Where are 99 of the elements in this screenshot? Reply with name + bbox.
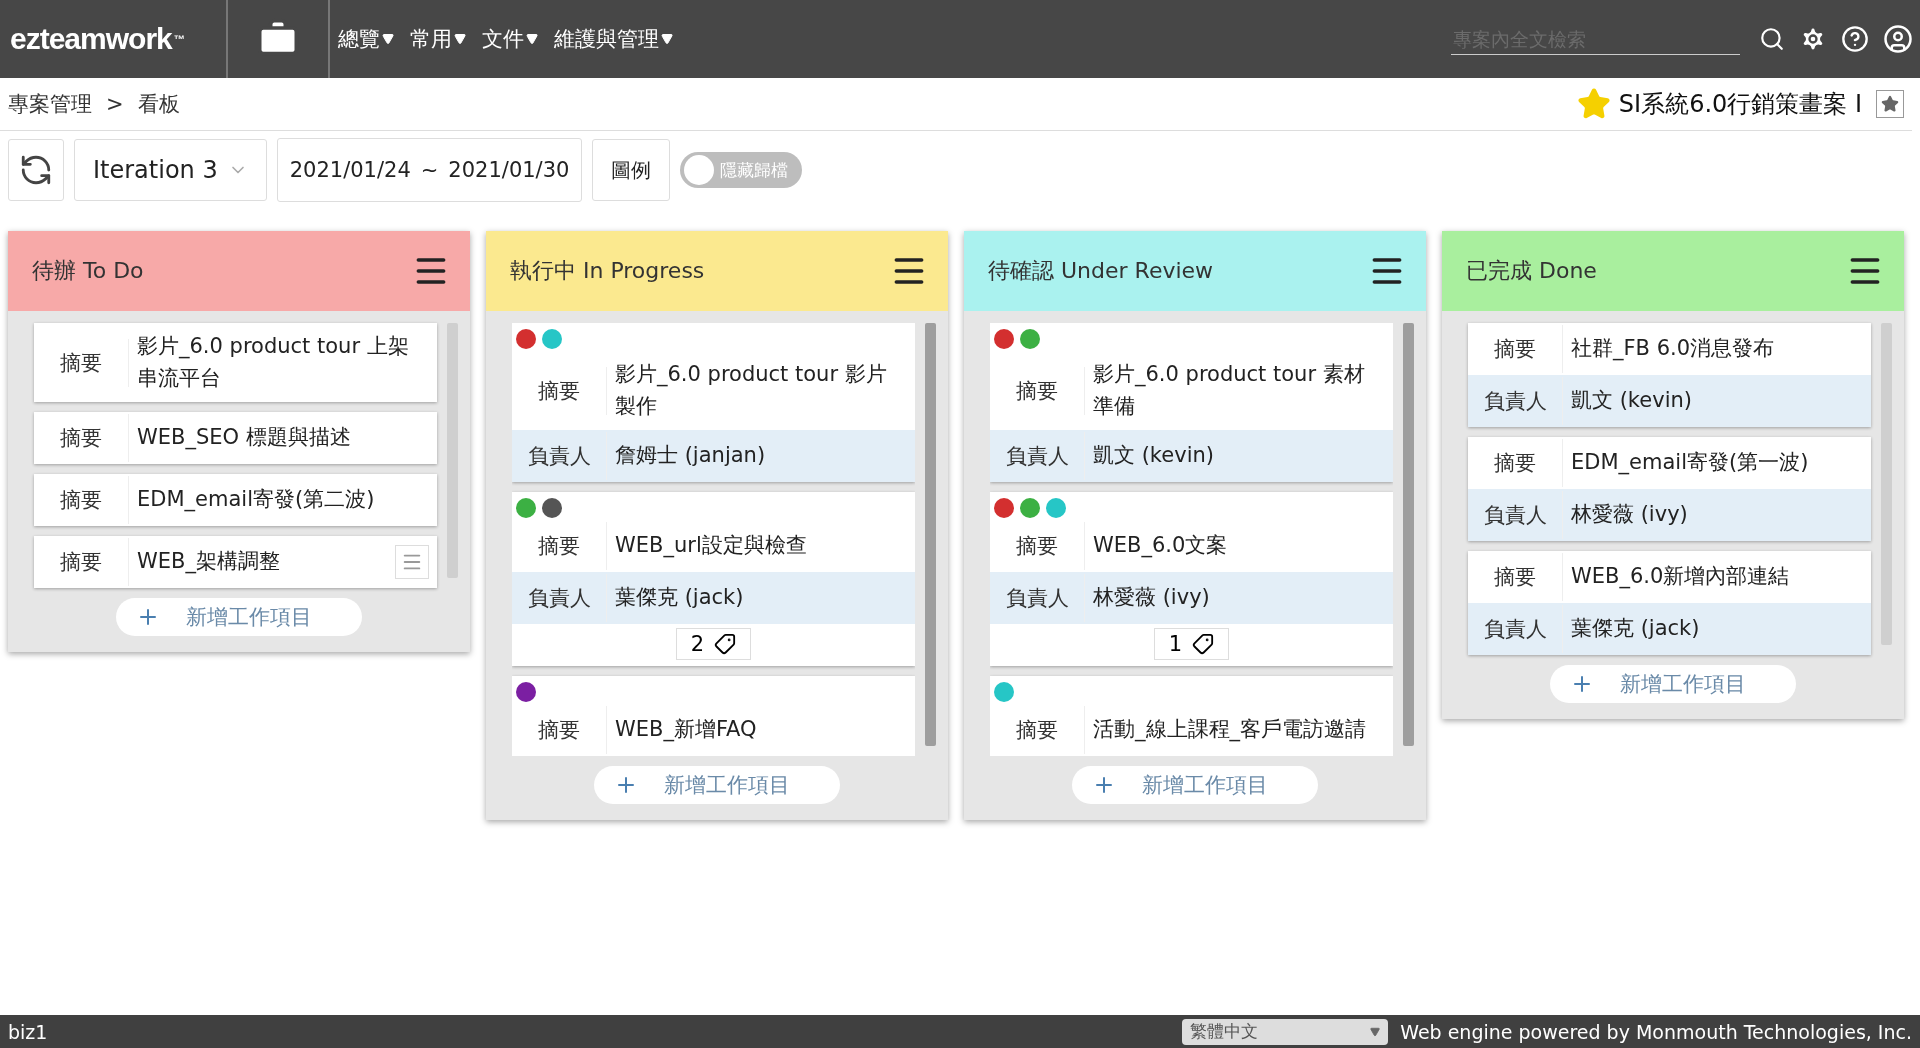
trademark: ™: [173, 33, 184, 45]
field-value: 葉傑克 (jack): [1570, 615, 1701, 643]
field-label: 摘要: [512, 706, 607, 754]
column-title: 待辦 To Do: [32, 257, 144, 285]
card-menu-button[interactable]: [395, 545, 429, 579]
logo[interactable]: ezteamwork™: [0, 0, 228, 78]
field-value: 凱文 (kevin): [1092, 442, 1215, 470]
task-card[interactable]: 摘要 WEB_6.0新增內部連結 負責人 葉傑克 (jack): [1468, 551, 1871, 655]
field-value: WEB_SEO 標題與描述: [136, 424, 352, 452]
task-card[interactable]: 摘要 WEB_SEO 標題與描述: [34, 412, 437, 464]
scrollbar[interactable]: [925, 323, 936, 746]
field-label: 負責人: [990, 574, 1085, 622]
iteration-select[interactable]: Iteration 3: [74, 139, 267, 201]
help-icon[interactable]: [1841, 25, 1869, 53]
task-card[interactable]: 摘要 EDM_email寄發(第二波): [34, 474, 437, 526]
field-label: 摘要: [1468, 325, 1563, 373]
field-label: 負責人: [512, 574, 607, 622]
menu-item[interactable]: 文件: [474, 25, 546, 53]
field-label: 摘要: [1468, 553, 1563, 601]
column-title: 執行中 In Progress: [510, 257, 705, 285]
field-label: 摘要: [990, 522, 1085, 570]
field-label: 摘要: [990, 366, 1085, 415]
add-task-button[interactable]: 新增工作項目: [1072, 766, 1318, 804]
field-value: WEB_6.0文案: [1092, 532, 1229, 560]
field-value: EDM_email寄發(第一波): [1570, 449, 1810, 477]
field-label: 摘要: [34, 476, 129, 524]
user-icon[interactable]: [1883, 24, 1913, 54]
breadcrumb-separator: >: [106, 92, 124, 116]
breadcrumb-link[interactable]: 專案管理: [8, 90, 92, 118]
task-card[interactable]: 摘要 社群_FB 6.0消息發布 負責人 凱文 (kevin): [1468, 323, 1871, 427]
field-label: 摘要: [990, 706, 1085, 754]
field-value: 社群_FB 6.0消息發布: [1570, 335, 1776, 363]
field-label: 負責人: [512, 432, 607, 480]
scrollbar[interactable]: [1403, 323, 1414, 746]
field-label: 摘要: [1468, 439, 1563, 487]
credit-text: Web engine powered by Monmouth Technologies, Inc.: [1400, 1020, 1912, 1043]
field-value: 詹姆士 (janjan): [614, 442, 767, 470]
tag-icon: [1192, 633, 1215, 655]
field-value: WEB_6.0新增內部連結: [1570, 563, 1791, 591]
field-label: 摘要: [34, 414, 129, 462]
task-card[interactable]: 摘要 WEB_url設定與檢查 負責人 葉傑克 (jack) 2: [512, 492, 915, 666]
task-card[interactable]: 摘要 影片_6.0 product tour 影片製作 負責人 詹姆士 (janjan): [512, 323, 915, 482]
logo-text: ezteamwork: [10, 22, 172, 56]
start-date: 2021/01/24: [289, 158, 411, 182]
caret-icon: [382, 33, 394, 45]
field-label: 摘要: [512, 522, 607, 570]
field-label: 負責人: [1468, 605, 1563, 653]
field-value: WEB_新增FAQ: [614, 716, 758, 744]
field-value: 影片_6.0 product tour 影片製作: [614, 361, 888, 420]
language-select[interactable]: 繁體中文: [1182, 1018, 1389, 1045]
field-value: 活動_線上課程_客戶電訪邀請: [1092, 716, 1367, 744]
task-card[interactable]: 摘要 EDM_email寄發(第一波) 負責人 林愛薇 (ivy): [1468, 437, 1871, 541]
menu-item[interactable]: 總覽: [330, 25, 402, 53]
field-value: 葉傑克 (jack): [614, 584, 745, 612]
field-value: WEB_架構調整: [136, 548, 281, 576]
caret-icon: [526, 33, 538, 45]
menu-item[interactable]: 常用: [402, 25, 474, 53]
column-title: 已完成 Done: [1466, 257, 1597, 285]
task-card[interactable]: 摘要 影片_6.0 product tour 上架串流平台: [34, 323, 437, 402]
task-card[interactable]: 摘要 WEB_6.0文案 負責人 林愛薇 (ivy) 1: [990, 492, 1393, 666]
field-value: WEB_url設定與檢查: [614, 532, 808, 560]
menu-item[interactable]: 維護與管理: [546, 25, 681, 53]
add-task-button[interactable]: 新增工作項目: [594, 766, 840, 804]
breadcrumb-current: 看板: [137, 91, 180, 118]
refresh-icon: [19, 153, 53, 187]
task-card[interactable]: 摘要 WEB_架構調整: [34, 536, 437, 588]
field-value: 凱文 (kevin): [1570, 387, 1693, 415]
field-value: 林愛薇 (ivy): [1570, 501, 1689, 529]
caret-icon: [454, 33, 466, 45]
project-title: SI系統6.0行銷策畫案 I: [1618, 89, 1862, 120]
tag-icon: [714, 633, 737, 655]
refresh-button[interactable]: [8, 139, 64, 201]
field-value: 影片_6.0 product tour 素材準備: [1092, 361, 1366, 420]
task-card[interactable]: 摘要 WEB_新增FAQ: [512, 676, 915, 756]
add-task-button[interactable]: 新增工作項目: [1550, 665, 1796, 703]
field-label: 負責人: [1468, 491, 1563, 539]
field-value: EDM_email寄發(第二波): [136, 486, 376, 514]
column-title: 待確認 Under Review: [988, 257, 1214, 285]
tag-count-button[interactable]: 2: [675, 628, 752, 660]
end-date: 2021/01/30: [448, 158, 570, 182]
field-label: 摘要: [34, 338, 129, 387]
date-range-field[interactable]: 2021/01/24 ~ 2021/01/30: [276, 138, 583, 202]
field-label: 負責人: [1468, 377, 1563, 425]
caret-icon: [661, 33, 673, 45]
search-icon[interactable]: [1759, 26, 1785, 52]
date-separator: ~: [420, 158, 439, 182]
caret-icon: [1370, 1026, 1381, 1037]
add-task-button[interactable]: 新增工作項目: [116, 598, 362, 636]
task-card[interactable]: 摘要 影片_6.0 product tour 素材準備 負責人 凱文 (kevin): [990, 323, 1393, 482]
field-label: 負責人: [990, 432, 1085, 480]
field-label: 摘要: [34, 538, 129, 586]
field-value: 林愛薇 (ivy): [1092, 584, 1211, 612]
legend-button[interactable]: 圖例: [592, 139, 671, 201]
task-card[interactable]: 摘要 活動_線上課程_客戶電訪邀請: [990, 676, 1393, 756]
field-value: 影片_6.0 product tour 上架串流平台: [136, 333, 410, 392]
field-label: 摘要: [512, 366, 607, 415]
tag-count-button[interactable]: 1: [1153, 628, 1230, 660]
username: biz1: [8, 1020, 48, 1043]
favorite-button[interactable]: [1876, 90, 1904, 118]
